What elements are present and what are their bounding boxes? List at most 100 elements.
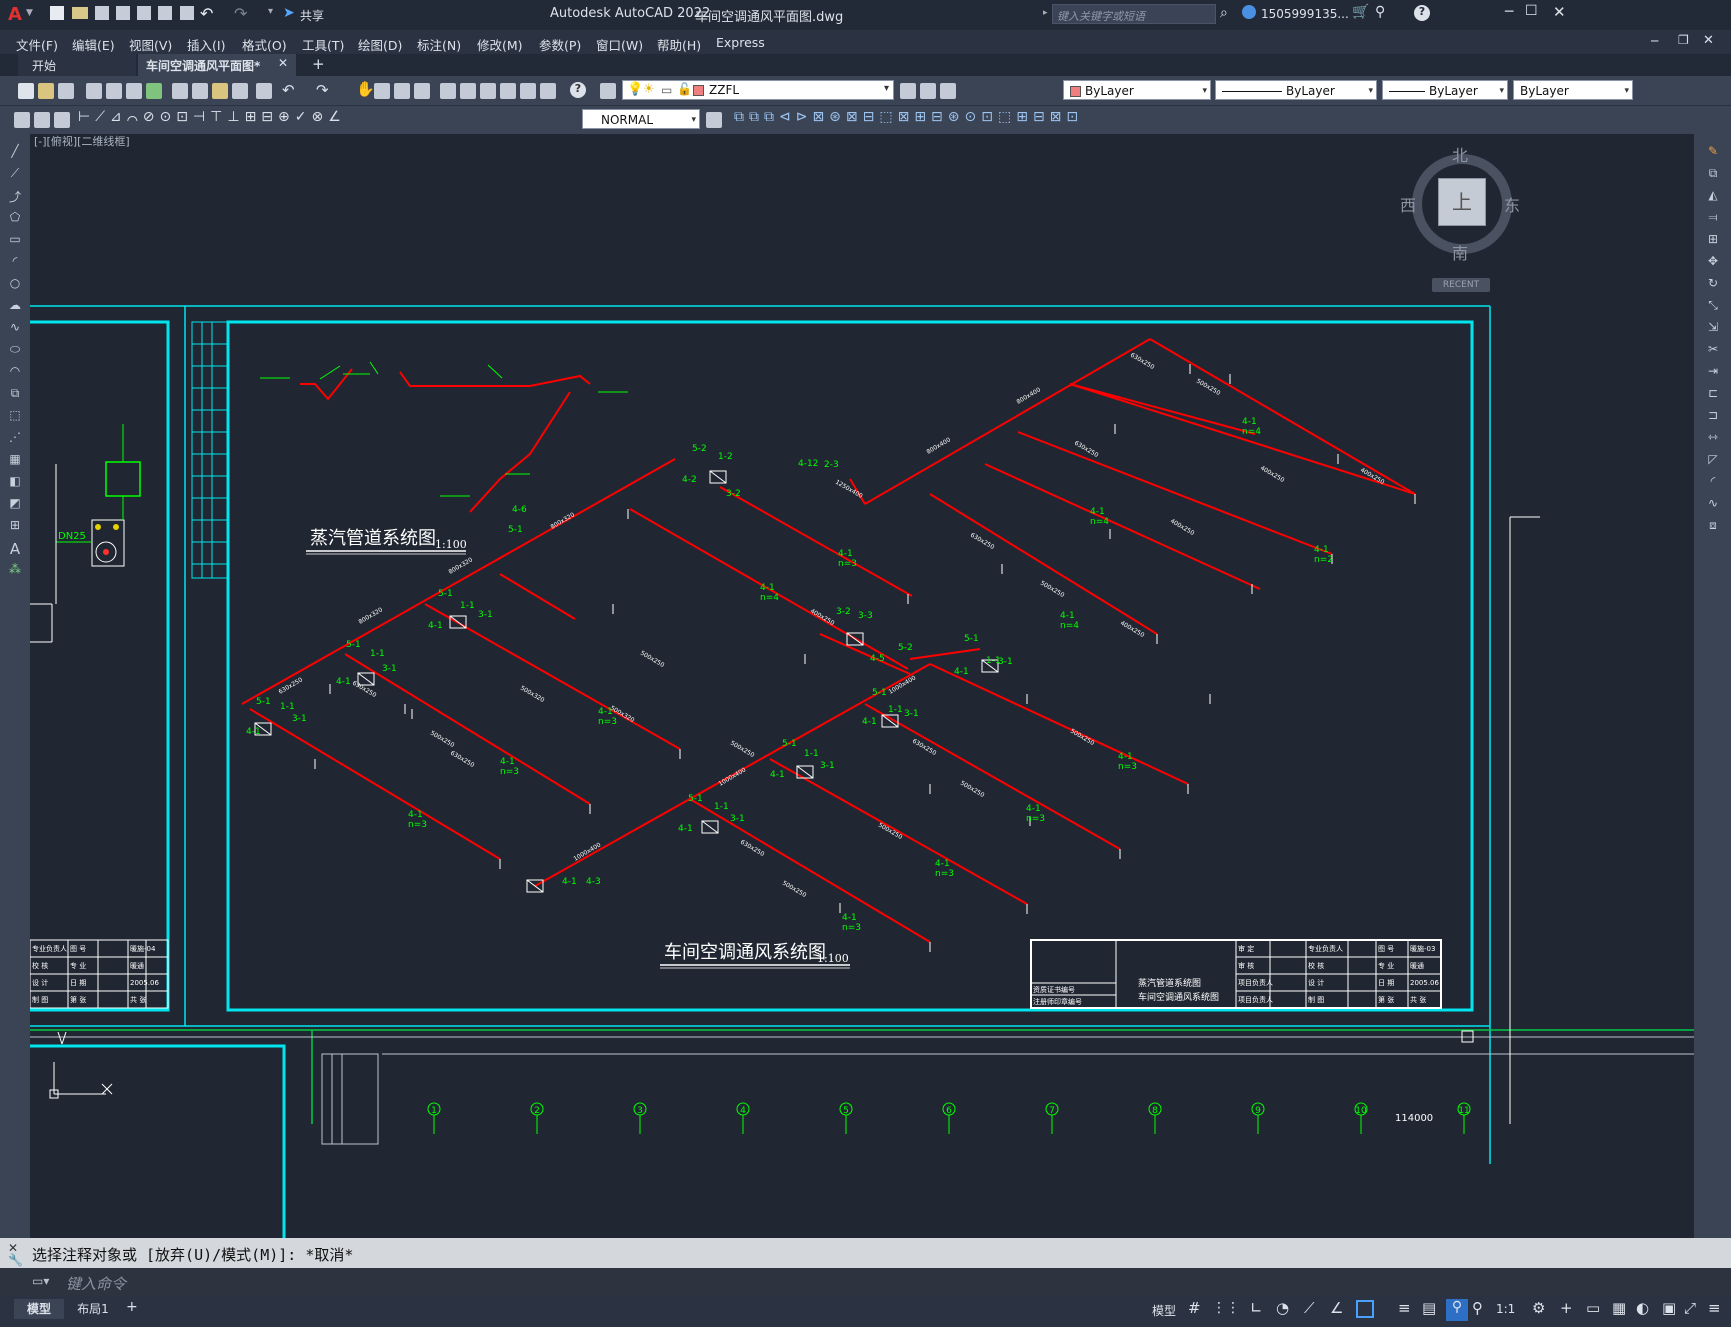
otrack-icon[interactable]: ∠ (1330, 1299, 1343, 1317)
polyline-icon[interactable]: ⤴ (6, 188, 24, 204)
ellipse-arc-icon[interactable]: ◠ (6, 364, 24, 380)
menu-insert[interactable]: 插入(I) (187, 35, 225, 54)
point-icon[interactable]: ⋰ (6, 430, 24, 446)
customization-icon[interactable]: ≡ (1708, 1299, 1721, 1317)
menu-window[interactable]: 窗口(W) (596, 35, 643, 54)
rotate-icon[interactable]: ↻ (1704, 276, 1722, 292)
tb2-tool-2-icon[interactable] (34, 112, 50, 128)
menu-format[interactable]: 格式(O) (242, 35, 287, 54)
annotation-scale[interactable]: 1:1 (1496, 1302, 1515, 1316)
viewcube[interactable]: 上 北 南 西 东 RECENT (1400, 142, 1524, 292)
revcloud-icon[interactable]: ☁ (6, 298, 24, 314)
new-file-icon[interactable] (50, 6, 64, 20)
tb2-tool-3-icon[interactable] (54, 112, 70, 128)
maximize-icon[interactable]: ☐ (1525, 3, 1538, 19)
block-editor-icon[interactable] (256, 83, 272, 99)
tab-active-drawing[interactable]: 车间空调通风平面图* ✕ (138, 54, 296, 76)
plotstyle-dropdown[interactable]: ByLayer ▾ (1513, 80, 1633, 100)
plot-icon[interactable] (180, 6, 194, 20)
menu-help[interactable]: 帮助(H) (657, 35, 701, 54)
layer-dropdown[interactable]: 💡 ☀ ▭ 🔓 ZZFL ▾ (622, 80, 894, 100)
menu-tools[interactable]: 工具(T) (302, 35, 344, 54)
print-icon[interactable] (86, 83, 102, 99)
menu-draw[interactable]: 绘图(D) (358, 35, 402, 54)
color-dropdown[interactable]: ByLayer ▾ (1063, 80, 1211, 100)
zoom-window-icon[interactable] (394, 83, 410, 99)
break-point-icon[interactable]: ⊏ (1704, 386, 1722, 402)
fillet-icon[interactable]: ◜ (1704, 474, 1722, 490)
redo-tb-icon[interactable]: ↷ (316, 81, 329, 99)
insert-block-icon[interactable]: ⧉ (6, 386, 24, 402)
undo-tb-icon[interactable]: ↶ (282, 81, 295, 99)
new-tab-plus-icon[interactable]: + (312, 55, 325, 73)
zoom-realtime-icon[interactable] (374, 83, 390, 99)
dimstyle-dropdown[interactable]: NORMAL ▾ (582, 109, 700, 129)
menu-dimension[interactable]: 标注(N) (417, 35, 461, 54)
join-icon[interactable]: ⇿ (1704, 430, 1722, 446)
menu-modify[interactable]: 修改(M) (477, 35, 523, 54)
move-icon[interactable]: ✥ (1704, 254, 1722, 270)
construction-line-icon[interactable]: ⟋ (6, 166, 24, 182)
add-layout-icon[interactable]: + (126, 1299, 138, 1315)
make-block-icon[interactable]: ⬚ (6, 408, 24, 424)
share-icon[interactable]: ➤ (283, 5, 295, 21)
layer-properties-icon[interactable] (600, 83, 616, 99)
autodesk-app-icon[interactable]: ⚲ (1375, 4, 1385, 20)
offset-icon[interactable]: ⫤ (1704, 210, 1722, 226)
transparency-icon[interactable]: ▤ (1422, 1299, 1436, 1317)
layout-tab-model[interactable]: 模型 (14, 1299, 64, 1319)
print-preview-icon[interactable] (106, 83, 122, 99)
circle-icon[interactable]: ○ (6, 276, 24, 292)
modify-tools-icons[interactable]: ⧉⧉⧉⊲⊳⊠⊛⊠⊟⬚⊠⊞⊟⊛⊙⊡⬚⊞⊟⊠⊡ (734, 109, 1083, 125)
dimension-tools-icons[interactable]: ⊢⟋⊿⌒⊘⊙⊡⊣⊤⊥⊞⊟⊕✓⊗∠ (78, 109, 346, 125)
tab-start[interactable]: 开始 (18, 54, 136, 76)
table-icon[interactable]: ⊞ (6, 518, 24, 534)
calculator-icon[interactable] (540, 83, 556, 99)
lineweight-icon[interactable]: ≡ (1398, 1299, 1411, 1317)
design-center-icon[interactable] (460, 83, 476, 99)
app-menu-chevron-icon[interactable]: ▼ (26, 8, 33, 18)
3d-dwf-icon[interactable] (146, 83, 162, 99)
web-save-icon[interactable] (158, 6, 172, 20)
arc-icon[interactable]: ◜ (6, 254, 24, 270)
layer-previous-icon[interactable] (920, 83, 936, 99)
osnap-icon[interactable] (1356, 1300, 1374, 1318)
erase-icon[interactable]: ✎ (1704, 144, 1722, 160)
search-expand-icon[interactable]: ▸ (1043, 8, 1048, 18)
autocad-logo-icon[interactable]: A (8, 4, 22, 25)
copy-icon[interactable] (192, 83, 208, 99)
polygon-icon[interactable]: ⬠ (6, 210, 24, 226)
open-icon[interactable] (38, 83, 54, 99)
menu-edit[interactable]: 编辑(E) (72, 35, 115, 54)
isolate-icon[interactable]: ◐ (1636, 1299, 1649, 1317)
paste-icon[interactable] (212, 83, 228, 99)
properties-icon[interactable] (440, 83, 456, 99)
menu-view[interactable]: 视图(V) (129, 35, 172, 54)
publish-icon[interactable] (126, 83, 142, 99)
viewcube-recent-button[interactable]: RECENT (1432, 278, 1490, 292)
share-button[interactable]: 共享 (300, 7, 324, 24)
mirror-icon[interactable]: ◭ (1704, 188, 1722, 204)
ellipse-icon[interactable]: ⬭ (6, 342, 24, 358)
tab-close-icon[interactable]: ✕ (278, 56, 288, 70)
polar-icon[interactable]: ◔ (1276, 1299, 1289, 1317)
command-input[interactable]: 键入命令 (62, 1270, 1692, 1294)
doc-restore-icon[interactable]: ❐ (1678, 33, 1689, 47)
help-icon[interactable]: ? (1414, 5, 1430, 21)
viewcube-north[interactable]: 北 (1452, 142, 1468, 166)
break-icon[interactable]: ⊐ (1704, 408, 1722, 424)
array-icon[interactable]: ⊞ (1704, 232, 1722, 248)
line-icon[interactable]: ╱ (6, 144, 24, 160)
dimstyle-manager-icon[interactable] (706, 112, 722, 128)
region-icon[interactable]: ◩ (6, 496, 24, 512)
save-icon-tb[interactable] (58, 83, 74, 99)
rectangle-icon[interactable]: ▭ (6, 232, 24, 248)
qnew-icon[interactable] (18, 83, 34, 99)
menu-parametric[interactable]: 参数(P) (539, 35, 581, 54)
units-icon[interactable]: ▭ (1586, 1299, 1600, 1317)
user-name[interactable]: 1505999135... (1261, 7, 1349, 21)
viewcube-west[interactable]: 西 (1400, 192, 1416, 216)
web-open-icon[interactable] (137, 6, 151, 20)
search-icon[interactable]: ⌕ (1220, 5, 1228, 21)
close-icon[interactable]: ✕ (1553, 3, 1566, 21)
